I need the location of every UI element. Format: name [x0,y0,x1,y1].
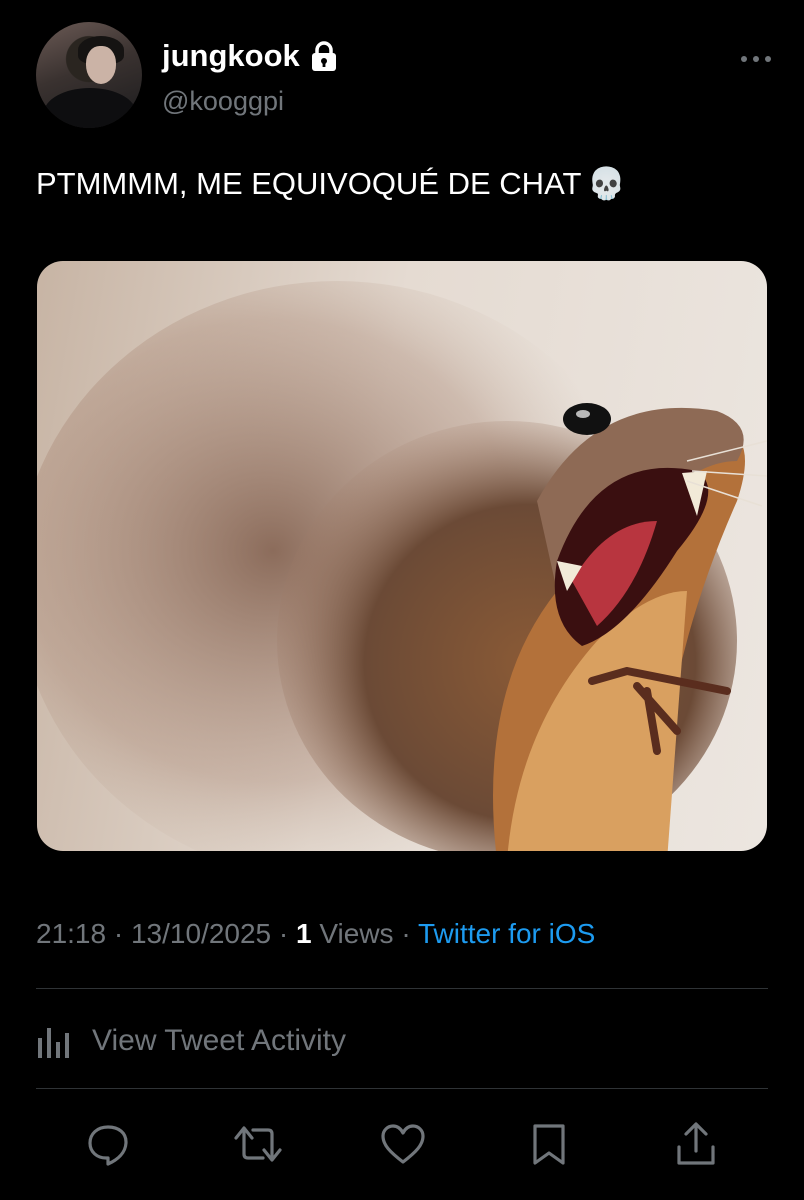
tweet-text: PTMMMM, ME EQUIVOQUÉ DE CHAT 💀 [36,160,766,208]
squirrel-photo [37,281,767,851]
like-button[interactable] [373,1114,433,1174]
reply-icon [88,1125,128,1166]
more-horizontal-icon [741,56,771,62]
tweet-meta: 21:18 · 13/10/2025 · 1 Views · Twitter f… [36,918,595,950]
tweet-time: 21:18 [36,918,107,949]
handle[interactable]: @kooggpi [162,86,284,117]
retweet-icon [234,1126,282,1162]
bookmark-icon [533,1124,565,1165]
like-icon [381,1124,425,1164]
view-tweet-activity[interactable]: View Tweet Activity [36,1016,346,1066]
avatar-shoulder [44,88,136,128]
skull-emoji: 💀 [587,166,626,202]
share-button[interactable] [666,1114,726,1174]
retweet-button[interactable] [228,1114,288,1174]
bar-chart-icon [36,1024,74,1058]
views-label: Views [311,918,394,949]
source-link[interactable]: Twitter for iOS [418,918,595,949]
action-bar [36,1114,768,1174]
bookmark-button[interactable] [519,1114,579,1174]
activity-label: View Tweet Activity [92,1024,347,1057]
share-icon [677,1122,715,1165]
views-count: 1 [296,918,312,949]
tweet-header: jungkook @kooggpi [36,22,776,132]
meta-separator: · [393,918,418,949]
tweet-body: PTMMMM, ME EQUIVOQUÉ DE CHAT [36,166,582,201]
divider [36,1088,768,1089]
avatar-face [86,46,116,84]
lock-icon [310,40,338,72]
tweet-date: 13/10/2025 [130,918,272,949]
more-button[interactable] [736,52,776,66]
avatar[interactable] [36,22,142,128]
tweet-image[interactable] [37,261,767,851]
meta-separator: · [106,918,131,949]
divider [36,988,768,989]
meta-separator: · [271,918,296,949]
display-name[interactable]: jungkook [162,38,300,74]
reply-button[interactable] [78,1114,138,1174]
author-name-row[interactable]: jungkook [162,38,338,74]
